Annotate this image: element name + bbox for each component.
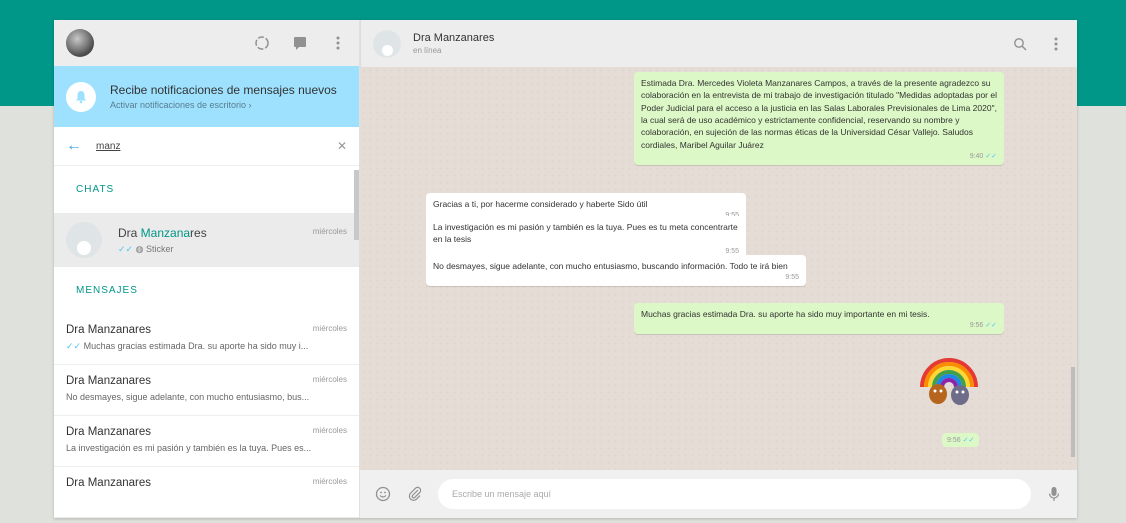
chat-time: miércoles — [312, 227, 347, 237]
message-result-name: Dra Manzanares — [66, 374, 152, 387]
notification-title: Recibe notificaciones de mensajes nuevos — [110, 83, 337, 98]
new-chat-icon[interactable] — [291, 34, 309, 52]
sticker-time: 9:56 ✓✓ — [942, 433, 980, 447]
messages-section-label: MENSAJES — [76, 284, 138, 296]
message-result-snippet: La investigación es mi pasión y también … — [66, 442, 312, 453]
message-result-name: Dra Manzanares — [66, 323, 152, 336]
sticker-icon: ◍ — [135, 243, 144, 254]
search-input[interactable]: manz — [96, 141, 337, 152]
status-icon[interactable] — [253, 34, 271, 52]
outgoing-message: Muchas gracias estimada Dra. su aporte h… — [634, 303, 1004, 335]
contact-status: en línea — [413, 46, 442, 55]
clear-icon[interactable]: ✕ — [337, 139, 347, 153]
message-result[interactable]: Dra Manzanares miércoles No desmayes, sig… — [54, 365, 359, 416]
bell-off-icon — [66, 81, 96, 112]
message-result-time: miércoles — [312, 425, 347, 435]
double-check-icon: ✓✓ — [118, 243, 134, 254]
conversation-panel: Dra Manzanares en línea Estimada Dra. Me… — [360, 20, 1077, 518]
message-result-time: miércoles — [312, 476, 347, 486]
incoming-message: No desmayes, sigue adelante, con mucho e… — [426, 255, 806, 287]
chat-last-message: ✓✓ ◍ Sticker — [118, 243, 174, 254]
conversation-scrollbar[interactable] — [1071, 367, 1075, 457]
whatsapp-web-window: Recibe notificaciones de mensajes nuevos… — [54, 20, 1077, 518]
double-check-icon: ✓✓ — [985, 322, 997, 330]
chat-name: Dra Manzanares — [118, 225, 207, 240]
mic-icon[interactable] — [1045, 485, 1063, 503]
message-result-name: Dra Manzanares — [66, 425, 152, 438]
message-input[interactable]: Escribe un mensaje aquí — [438, 479, 1031, 509]
emoji-icon[interactable] — [374, 485, 392, 503]
outgoing-message: Estimada Dra. Mercedes Violeta Manzanare… — [634, 72, 1004, 166]
sidebar-scrollbar[interactable] — [354, 170, 359, 240]
back-arrow-icon[interactable]: ← — [66, 137, 96, 155]
my-avatar[interactable] — [66, 28, 94, 57]
message-result-name: Dra Manzanares — [66, 476, 152, 489]
message-result[interactable]: Dra Manzanares miércoles ✓✓ Muchas gracia… — [54, 314, 359, 365]
contact-name: Dra Manzanares — [413, 32, 495, 44]
search-icon[interactable] — [1011, 35, 1029, 53]
enable-notifications-link[interactable]: Activar notificaciones de escritorio › — [110, 100, 337, 110]
search-bar: ← manz ✕ — [54, 127, 359, 167]
attach-icon[interactable] — [406, 485, 424, 503]
notification-banner[interactable]: Recibe notificaciones de mensajes nuevos… — [54, 65, 359, 128]
message-result-snippet: ✓✓ Muchas gracias estimada Dra. su aport… — [66, 340, 309, 351]
message-result-snippet: No desmayes, sigue adelante, con mucho e… — [66, 391, 310, 402]
message-result-time: miércoles — [312, 323, 347, 333]
avatar — [66, 222, 102, 259]
contact-avatar[interactable] — [373, 29, 401, 58]
message-result[interactable]: Dra Manzanares miércoles La investigación… — [54, 416, 359, 467]
message-result[interactable]: Dra Manzanares miércoles — [54, 467, 359, 518]
sidebar-header — [54, 20, 359, 66]
message-result-time: miércoles — [312, 374, 347, 384]
chats-section-label: CHATS — [76, 184, 115, 196]
menu-icon[interactable] — [1047, 35, 1065, 53]
message-list[interactable]: Estimada Dra. Mercedes Violeta Manzanare… — [360, 67, 1077, 470]
rainbow-sticker[interactable] — [918, 349, 980, 411]
double-check-icon: ✓✓ — [985, 152, 997, 160]
incoming-message: La investigación es mi pasión y también … — [426, 216, 746, 260]
chat-item[interactable]: Dra Manzanares ✓✓ ◍ Sticker miércoles — [54, 213, 359, 268]
menu-icon[interactable] — [329, 34, 347, 52]
sidebar: Recibe notificaciones de mensajes nuevos… — [54, 20, 360, 518]
composer: Escribe un mensaje aquí — [360, 470, 1077, 518]
conversation-header[interactable]: Dra Manzanares en línea — [360, 20, 1077, 67]
